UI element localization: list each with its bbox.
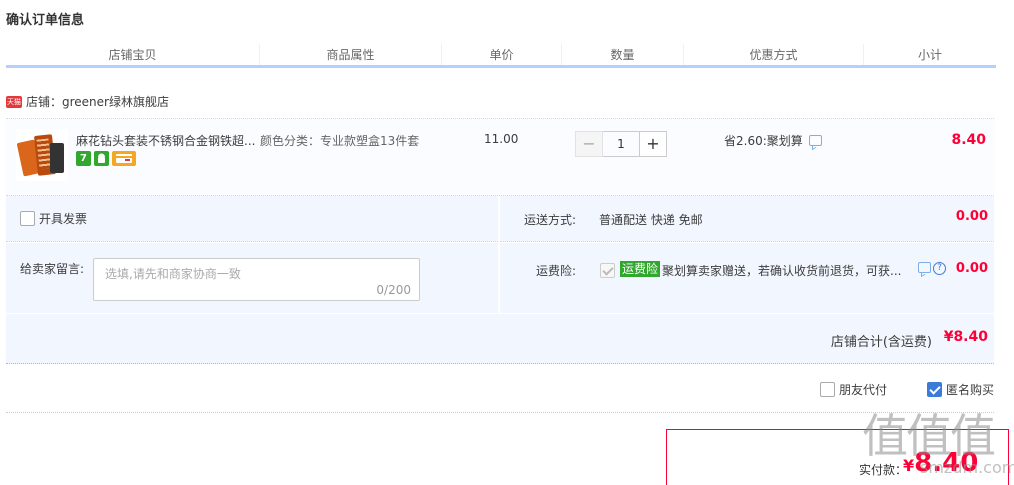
quantity-decrease-button[interactable]: − (575, 131, 603, 157)
message-row: 给卖家留言: 选填,请先和商家协商一致 0/200 (6, 243, 498, 313)
watermark-url: smzdm.com (920, 458, 1014, 477)
insurance-checkbox[interactable] (600, 263, 615, 278)
friend-pay-label: 朋友代付 (839, 383, 888, 397)
friend-pay-option[interactable]: 朋友代付 (820, 381, 887, 398)
product-attribute: 颜色分类：专业款塑盒13件套 (260, 134, 420, 148)
shop-name-link[interactable]: 店铺：greener绿林旗舰店 (26, 93, 169, 110)
unit-price: 11.00 (484, 132, 519, 146)
message-char-count: 0/200 (376, 283, 411, 297)
column-shop-item: 店铺宝贝 (6, 44, 260, 65)
anonymous-buy-checkbox[interactable] (927, 382, 942, 397)
shop-total-row: 店铺合计(含运费) ¥8.40 (6, 314, 994, 364)
discount-text: 省2.60:聚划算 (724, 134, 803, 148)
shop-line: 天猫 店铺：greener绿林旗舰店 (6, 93, 169, 110)
insurance-row: 运费险: 运费险 聚划算卖家赠送，若确认收货前退货，可获... ? 0.00 (500, 243, 994, 313)
android-icon[interactable] (94, 151, 109, 166)
insurance-label: 运费险: (536, 264, 577, 278)
page-title: 确认订单信息 (6, 13, 85, 28)
shipping-row: 运送方式: 普通配送 快递 免邮 0.00 (500, 196, 994, 242)
order-item: 麻花钻头套装不锈钢合金钢铁超... 7 颜色分类：专业款塑盒13件套 11.00… (6, 118, 994, 196)
seller-message-textarea[interactable]: 选填,请先和商家协商一致 0/200 (93, 258, 420, 301)
friend-pay-checkbox[interactable] (820, 382, 835, 397)
invoice-checkbox[interactable] (20, 211, 35, 226)
insurance-icons: ? (918, 262, 946, 275)
anonymous-buy-option[interactable]: 匿名购买 (927, 381, 994, 398)
quantity-stepper: − 1 + (575, 131, 667, 157)
invoice-option[interactable]: 开具发票 (20, 210, 87, 227)
shop-total-amount: ¥8.40 (943, 329, 988, 345)
divider (6, 412, 994, 413)
item-subtotal: 8.40 (951, 132, 986, 148)
product-thumbnail[interactable] (16, 129, 68, 181)
column-discount: 优惠方式 (684, 44, 864, 65)
seven-day-return-icon[interactable]: 7 (76, 151, 91, 166)
column-unit-price: 单价 (442, 44, 562, 65)
invoice-label: 开具发票 (39, 212, 88, 226)
invoice-row: 开具发票 (6, 196, 498, 242)
shipping-label: 运送方式: (524, 213, 577, 227)
column-subtotal: 小计 (917, 48, 942, 62)
watermark-logo: 值值值 (862, 409, 996, 463)
product-title-link[interactable]: 麻花钻头套装不锈钢合金钢铁超... (76, 132, 260, 149)
credit-card-icon[interactable] (112, 151, 136, 166)
tmall-icon: 天猫 (6, 95, 22, 108)
column-header: 店铺宝贝 商品属性 单价 数量 优惠方式 小计 (6, 44, 996, 68)
message-placeholder: 选填,请先和商家协商一致 (105, 267, 241, 281)
help-icon[interactable]: ? (933, 262, 946, 275)
column-quantity: 数量 (562, 44, 684, 65)
shop-total-label: 店铺合计(含运费) (830, 335, 932, 350)
quantity-increase-button[interactable]: + (639, 131, 667, 157)
chat-icon[interactable] (808, 135, 822, 146)
shipping-price: 0.00 (955, 209, 988, 224)
service-badges: 7 (76, 151, 136, 166)
insurance-description: 聚划算卖家赠送，若确认收货前退货，可获... (662, 264, 902, 278)
chat-icon[interactable] (918, 262, 931, 273)
insurance-tag: 运费险 (620, 261, 661, 277)
message-label: 给卖家留言: (20, 262, 85, 276)
quantity-input[interactable]: 1 (603, 131, 639, 157)
shipping-method: 普通配送 快递 免邮 (599, 213, 703, 227)
anonymous-buy-label: 匿名购买 (946, 383, 995, 397)
discount-info: 省2.60:聚划算 (724, 132, 822, 149)
insurance-price: 0.00 (955, 261, 988, 276)
column-attribute: 商品属性 (260, 44, 442, 65)
